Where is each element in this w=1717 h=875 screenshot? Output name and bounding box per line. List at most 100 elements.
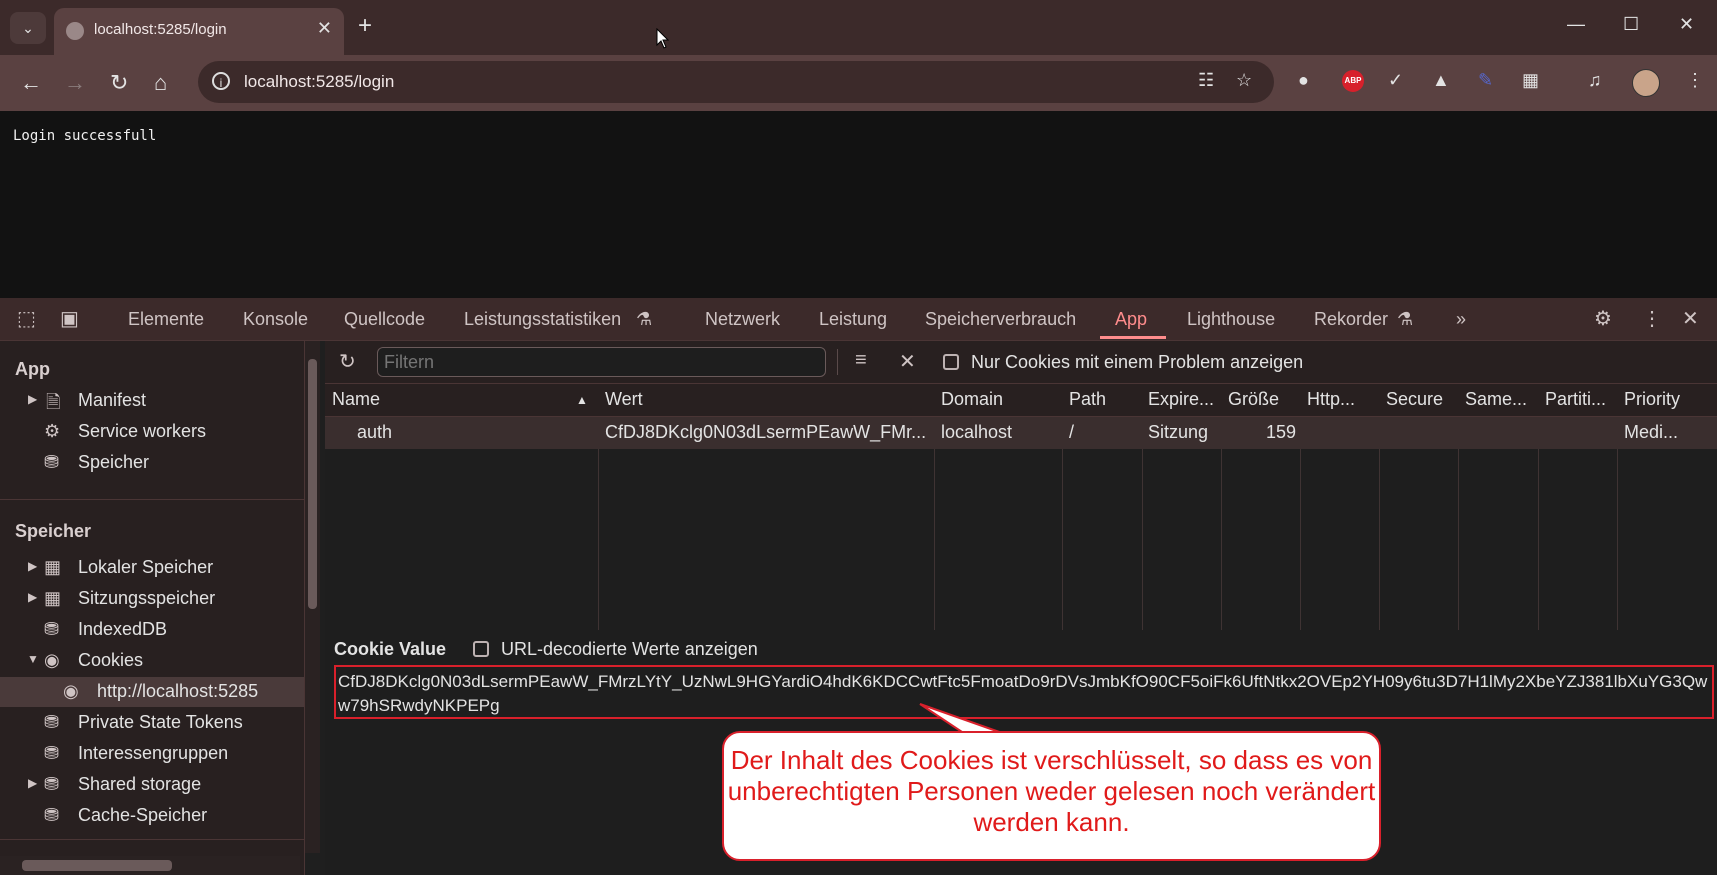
sidebar-item-shared-storage[interactable]: ▶ ⛃ Shared storage [0, 770, 304, 800]
tab-elemente[interactable]: Elemente [128, 309, 204, 330]
url-text[interactable]: localhost:5285/login [244, 72, 394, 92]
minimize-icon[interactable]: — [1567, 14, 1585, 35]
database-icon: ⛃ [44, 743, 60, 763]
expand-arrow-icon[interactable]: ▶ [28, 392, 37, 406]
tab-quellcode[interactable]: Quellcode [344, 309, 425, 330]
sidebar-item-sitzungsspeicher[interactable]: ▶ ▦ Sitzungsspeicher [0, 584, 304, 614]
expand-arrow-icon[interactable]: ▶ [28, 590, 37, 604]
browser-tab[interactable]: localhost:5285/login ✕ [54, 8, 344, 55]
column-header-domain[interactable]: Domain [941, 389, 1003, 410]
sidebar-item-manifest[interactable]: ▶ 🗎 Manifest [0, 386, 304, 416]
page-viewport: Login successfull [0, 111, 1717, 298]
sidebar-scroll-thumb[interactable] [308, 359, 317, 609]
extension-orbs-icon[interactable]: ● [1298, 70, 1309, 91]
problem-cookies-checkbox[interactable] [943, 354, 959, 370]
filter-input[interactable] [377, 347, 826, 377]
maximize-icon[interactable]: ☐ [1623, 14, 1639, 35]
sidebar-item-label: Speicher [78, 452, 150, 472]
close-devtools-icon[interactable]: ✕ [1682, 306, 1699, 331]
extension-puzzle-blue-icon[interactable]: ✎ [1478, 70, 1493, 91]
close-icon[interactable]: ✕ [317, 18, 332, 39]
site-info-icon[interactable]: i [212, 72, 230, 90]
sidebar-horizontal-scrollbar[interactable] [0, 856, 300, 875]
reload-icon[interactable]: ↻ [110, 70, 128, 96]
cookie-value-text[interactable]: CfDJ8DKclg0N03dLsermPEawW_FMrzLYtY_UzNwL… [334, 665, 1714, 719]
sidebar-item-indexeddb[interactable]: ⛃ IndexedDB [0, 615, 304, 645]
tab-rekorder[interactable]: Rekorder [1314, 309, 1388, 330]
home-icon[interactable]: ⌂ [154, 70, 167, 96]
eyedropper-icon[interactable]: ✓ [1388, 70, 1403, 91]
refresh-icon[interactable]: ↻ [339, 349, 356, 374]
sidebar-item-private-state-tokens[interactable]: ⛃ Private State Tokens [0, 708, 304, 738]
sidebar-item-service-workers[interactable]: ⚙ Service workers [0, 417, 304, 447]
delete-selected-icon[interactable]: ✕ [899, 349, 916, 374]
application-sidebar: App ▶ 🗎 Manifest ⚙ Service workers ⛃ Spe… [0, 341, 305, 875]
tab-search-button[interactable]: ⌄ [10, 12, 46, 44]
column-header-priority[interactable]: Priority [1624, 389, 1680, 410]
document-icon: 🗎 [46, 392, 61, 412]
sidebar-item-cookies[interactable]: ▼ ◉ Cookies [0, 646, 304, 676]
collapse-arrow-icon[interactable]: ▼ [27, 652, 39, 666]
cookies-table: Name ▲ Wert Domain Path Expire... Größe … [325, 384, 1717, 632]
tab-leistung[interactable]: Leistung [819, 309, 887, 330]
more-tabs-icon[interactable]: » [1456, 309, 1466, 330]
back-icon[interactable]: ← [20, 70, 42, 96]
column-header-samesite[interactable]: Same... [1465, 389, 1527, 410]
sidebar-item-label: Private State Tokens [78, 712, 243, 732]
bookmark-star-icon[interactable]: ☆ [1236, 70, 1252, 91]
expand-arrow-icon[interactable]: ▶ [28, 559, 37, 573]
sidebar-item-label: http://localhost:5285 [97, 681, 259, 701]
sidebar-item-lokaler-speicher[interactable]: ▶ ▦ Lokaler Speicher [0, 553, 304, 583]
tab-leistungsstatistiken[interactable]: Leistungsstatistiken [464, 309, 621, 330]
tab-konsole[interactable]: Konsole [243, 309, 308, 330]
database-icon: ⛃ [44, 774, 60, 794]
column-header-wert[interactable]: Wert [605, 389, 643, 410]
inspect-element-icon[interactable]: ⬚ [17, 306, 36, 331]
forward-icon[interactable]: → [64, 70, 86, 96]
cell-expires: Sitzung [1148, 422, 1209, 442]
column-header-partition[interactable]: Partiti... [1545, 389, 1606, 410]
omnibox[interactable]: i localhost:5285/login ☷ ☆ [198, 61, 1274, 103]
tab-app[interactable]: App [1115, 309, 1147, 330]
expand-arrow-icon[interactable]: ▶ [28, 776, 37, 790]
column-header-httponly[interactable]: Http... [1307, 389, 1355, 410]
settings-gear-icon[interactable]: ⚙ [1594, 306, 1612, 331]
sidebar-divider [0, 499, 304, 500]
tab-lighthouse[interactable]: Lighthouse [1187, 309, 1275, 330]
callout-text: Der Inhalt des Cookies ist verschlüsselt… [727, 745, 1376, 837]
database-icon: ⛃ [44, 452, 60, 472]
column-header-size[interactable]: Größe [1228, 389, 1279, 410]
column-header-expires[interactable]: Expire... [1148, 389, 1214, 410]
angular-devtools-icon[interactable]: ▲ [1432, 70, 1450, 91]
translate-icon[interactable]: ☷ [1198, 70, 1214, 91]
clear-filtered-icon[interactable]: ≡ [855, 349, 867, 372]
sidebar-item-interessengruppen[interactable]: ⛃ Interessengruppen [0, 739, 304, 769]
table-row[interactable]: auth CfDJ8DKclg0N03dLsermPEawW_FMr... lo… [325, 417, 1717, 449]
extensions-puzzle-icon[interactable]: ▦ [1522, 70, 1539, 91]
sidebar-item-label: IndexedDB [78, 619, 168, 639]
menu-kebab-icon[interactable]: ⋮ [1686, 70, 1704, 91]
sidebar-item-cookie-origin[interactable]: ◉ http://localhost:5285 [0, 677, 304, 707]
sidebar-item-label: Cache-Speicher [78, 805, 208, 825]
window-close-icon[interactable]: ✕ [1679, 14, 1694, 35]
url-decode-checkbox[interactable] [473, 641, 489, 657]
tab-speicherverbrauch[interactable]: Speicherverbrauch [925, 309, 1076, 330]
tab-netzwerk[interactable]: Netzwerk [705, 309, 780, 330]
column-header-name[interactable]: Name [332, 389, 380, 410]
media-queue-icon[interactable]: ♫ [1588, 70, 1602, 91]
device-toolbar-icon[interactable]: ▣ [60, 306, 79, 331]
toolbar-divider [837, 349, 838, 375]
mouse-cursor-icon [656, 28, 670, 49]
database-icon: ⛃ [44, 619, 60, 639]
sidebar-item-speicher[interactable]: ⛃ Speicher [0, 448, 304, 478]
horizontal-scroll-thumb[interactable] [22, 860, 172, 871]
profile-avatar[interactable] [1632, 69, 1660, 97]
sidebar-scrollbar[interactable] [305, 341, 320, 853]
adblock-plus-icon[interactable]: ABP [1342, 70, 1364, 92]
new-tab-button[interactable]: + [358, 12, 372, 40]
sidebar-item-cache-speicher[interactable]: ⛃ Cache-Speicher [0, 801, 304, 831]
column-header-path[interactable]: Path [1069, 389, 1106, 410]
column-header-secure[interactable]: Secure [1386, 389, 1443, 410]
devtools-menu-icon[interactable]: ⋮ [1642, 306, 1662, 331]
cell-size: 159 [1266, 422, 1297, 442]
